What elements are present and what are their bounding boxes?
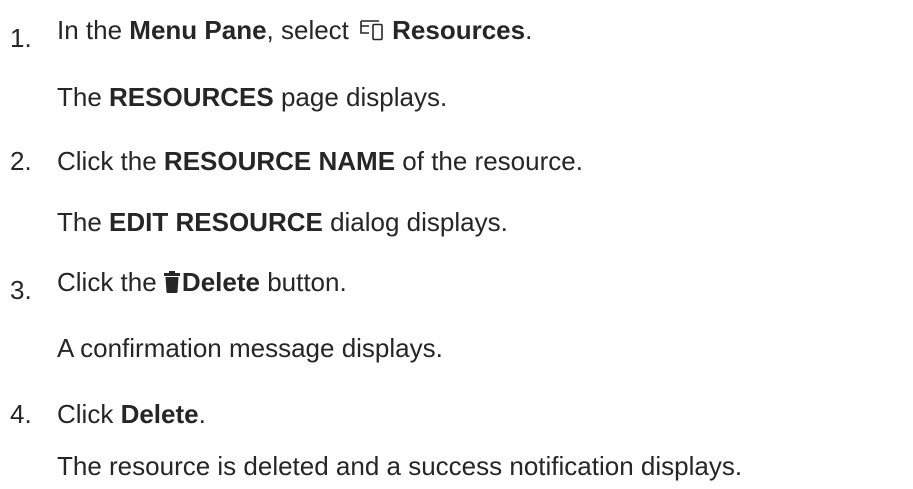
step-4-instruction: Click Delete. xyxy=(57,398,206,430)
edit-resource-label: EDIT RESOURCE xyxy=(109,207,323,237)
step-4-result: The resource is deleted and a success no… xyxy=(57,451,743,481)
step-2-result-pre: The xyxy=(57,207,110,237)
step-2-number: 2. xyxy=(10,146,32,176)
step-1-result-pre: The xyxy=(57,82,110,112)
step-3-instruction: Click the Delete button. xyxy=(57,266,347,301)
step-1-number: 1. xyxy=(10,23,32,53)
resources-page-label: RESOURCES xyxy=(109,82,274,112)
resources-icon xyxy=(360,17,390,49)
step-1-instruction-pre: In the xyxy=(57,15,130,45)
step-3-instruction-post: button. xyxy=(259,267,347,297)
step-1-result: The RESOURCES page displays. xyxy=(57,81,447,113)
step-3-result: A confirmation message displays. xyxy=(57,333,443,363)
delete-button-label: Delete xyxy=(181,267,260,297)
step-1-instruction-mid: , select xyxy=(266,15,357,45)
step-2-instruction-post: of the resource. xyxy=(395,146,583,176)
resource-name-label: RESOURCE NAME xyxy=(163,146,396,176)
step-4-instruction-post: . xyxy=(198,399,206,429)
step-1-instruction-post: . xyxy=(525,15,533,45)
step-1-result-post: page displays. xyxy=(273,82,448,112)
step-2-instruction: Click the RESOURCE NAME of the resource. xyxy=(57,145,583,177)
step-2-instruction-pre: Click the xyxy=(57,146,164,176)
resources-label: Resources xyxy=(392,15,526,45)
step-2-result-post: dialog displays. xyxy=(322,207,508,237)
step-3-number: 3. xyxy=(10,275,32,305)
step-4-number: 4. xyxy=(10,399,32,429)
menu-pane-label: Menu Pane xyxy=(129,15,267,45)
step-3-instruction-pre: Click the xyxy=(57,267,164,297)
step-1-instruction: In the Menu Pane, select Resources. xyxy=(57,14,532,49)
trash-icon xyxy=(163,269,180,301)
delete-label: Delete xyxy=(120,399,199,429)
step-2-result: The EDIT RESOURCE dialog displays. xyxy=(57,206,508,238)
step-4-instruction-pre: Click xyxy=(57,399,121,429)
